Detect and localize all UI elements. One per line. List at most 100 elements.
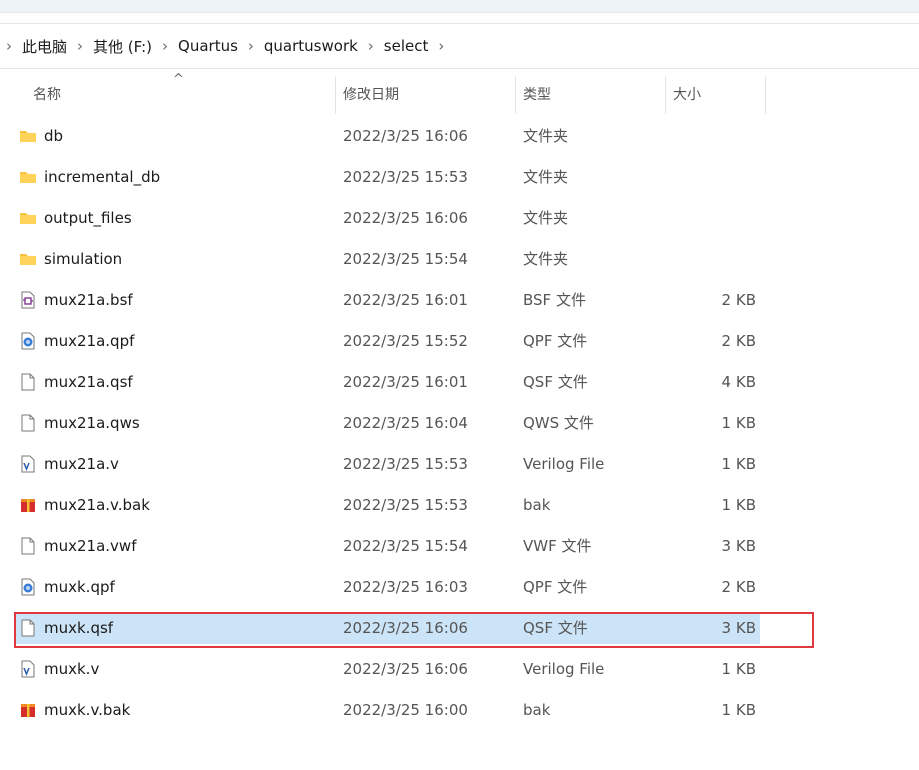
sort-ascending-icon: ^ bbox=[173, 72, 184, 87]
breadcrumb-drive-f[interactable]: 其他 (F:) bbox=[93, 36, 152, 57]
archive-icon bbox=[19, 701, 37, 719]
file-row[interactable]: output_files 2022/3/25 16:06 文件夹 bbox=[15, 202, 760, 234]
file-size bbox=[665, 161, 756, 193]
column-header-type[interactable]: 类型 bbox=[523, 72, 551, 115]
file-date: 2022/3/25 15:53 bbox=[343, 496, 468, 514]
file-size: 1 KB bbox=[721, 414, 756, 432]
file-name: db bbox=[44, 127, 64, 145]
column-header-date-label: 修改日期 bbox=[343, 86, 399, 103]
address-bar[interactable]: › 此电脑 › 其他 (F:) › Quartus › quartuswork … bbox=[0, 23, 919, 69]
column-divider[interactable] bbox=[765, 76, 766, 114]
file-type: 文件夹 bbox=[523, 250, 569, 268]
column-header-size[interactable]: 大小 bbox=[673, 72, 701, 115]
file-name: mux21a.bsf bbox=[44, 291, 133, 309]
column-header-name-label: 名称 bbox=[33, 86, 61, 103]
file-size: 1 KB bbox=[721, 455, 756, 473]
file-size bbox=[665, 120, 756, 152]
blank-file-icon bbox=[19, 414, 37, 432]
chevron-right-icon[interactable]: › bbox=[6, 37, 12, 55]
file-name: output_files bbox=[44, 209, 132, 227]
breadcrumb-select[interactable]: select bbox=[384, 37, 429, 55]
file-row[interactable]: mux21a.qws 2022/3/25 16:04 QWS 文件 1 KB bbox=[15, 407, 760, 439]
file-name: mux21a.v bbox=[44, 455, 119, 473]
file-name: muxk.qpf bbox=[44, 578, 115, 596]
file-size: 2 KB bbox=[721, 291, 756, 309]
file-type: QSF 文件 bbox=[523, 373, 588, 391]
archive-icon bbox=[19, 496, 37, 514]
chevron-right-icon[interactable]: › bbox=[248, 37, 254, 55]
file-date: 2022/3/25 16:00 bbox=[343, 701, 468, 719]
file-name: incremental_db bbox=[44, 168, 161, 186]
file-type: Verilog File bbox=[523, 660, 605, 678]
column-header-row: ^ 名称 修改日期 类型 大小 bbox=[0, 72, 919, 115]
chevron-right-icon[interactable]: › bbox=[368, 37, 374, 55]
file-row[interactable]: simulation 2022/3/25 15:54 文件夹 bbox=[15, 243, 760, 275]
file-type: QPF 文件 bbox=[523, 332, 588, 350]
file-date: 2022/3/25 16:04 bbox=[343, 414, 468, 432]
folder-icon bbox=[19, 168, 37, 186]
file-date: 2022/3/25 15:54 bbox=[343, 537, 468, 555]
blank-file-icon bbox=[19, 373, 37, 391]
highlight-annotation-box bbox=[14, 612, 814, 648]
chevron-right-icon[interactable]: › bbox=[77, 37, 83, 55]
bsf-file-icon bbox=[19, 291, 37, 309]
file-type: bak bbox=[523, 701, 551, 719]
file-row[interactable]: incremental_db 2022/3/25 15:53 文件夹 bbox=[15, 161, 760, 193]
breadcrumb-quartus[interactable]: Quartus bbox=[178, 37, 238, 55]
file-size bbox=[665, 243, 756, 275]
file-date: 2022/3/25 15:53 bbox=[343, 455, 468, 473]
file-name: mux21a.qsf bbox=[44, 373, 133, 391]
verilog-file-icon bbox=[19, 455, 37, 473]
column-header-size-label: 大小 bbox=[673, 86, 701, 103]
file-name: simulation bbox=[44, 250, 123, 268]
file-row[interactable]: muxk.qpf 2022/3/25 16:03 QPF 文件 2 KB bbox=[15, 571, 760, 603]
folder-icon bbox=[19, 127, 37, 145]
blank-file-icon bbox=[19, 537, 37, 555]
file-row[interactable]: muxk.v.bak 2022/3/25 16:00 bak 1 KB bbox=[15, 694, 760, 726]
file-row[interactable]: db 2022/3/25 16:06 文件夹 bbox=[15, 120, 760, 152]
file-size bbox=[665, 202, 756, 234]
file-name: muxk.v bbox=[44, 660, 100, 678]
file-size: 1 KB bbox=[721, 701, 756, 719]
file-type: QPF 文件 bbox=[523, 578, 588, 596]
column-divider[interactable] bbox=[335, 76, 336, 114]
file-date: 2022/3/25 15:53 bbox=[343, 168, 468, 186]
quartus-project-icon bbox=[19, 578, 37, 596]
verilog-file-icon bbox=[19, 660, 37, 678]
breadcrumb-quartuswork[interactable]: quartuswork bbox=[264, 37, 358, 55]
file-row[interactable]: mux21a.v 2022/3/25 15:53 Verilog File 1 KB bbox=[15, 448, 760, 480]
file-date: 2022/3/25 16:06 bbox=[343, 127, 468, 145]
file-size: 1 KB bbox=[721, 660, 756, 678]
file-date: 2022/3/25 16:06 bbox=[343, 209, 468, 227]
file-row[interactable]: mux21a.bsf 2022/3/25 16:01 BSF 文件 2 KB bbox=[15, 284, 760, 316]
folder-icon bbox=[19, 209, 37, 227]
quartus-project-icon bbox=[19, 332, 37, 350]
column-divider[interactable] bbox=[515, 76, 516, 114]
file-name: mux21a.qws bbox=[44, 414, 140, 432]
file-size: 2 KB bbox=[721, 332, 756, 350]
column-header-name[interactable]: 名称 bbox=[33, 72, 61, 115]
file-row[interactable]: mux21a.vwf 2022/3/25 15:54 VWF 文件 3 KB bbox=[15, 530, 760, 562]
file-type: 文件夹 bbox=[523, 168, 569, 186]
file-type: 文件夹 bbox=[523, 209, 569, 227]
file-size: 1 KB bbox=[721, 496, 756, 514]
file-row[interactable]: mux21a.v.bak 2022/3/25 15:53 bak 1 KB bbox=[15, 489, 760, 521]
file-name: mux21a.vwf bbox=[44, 537, 137, 555]
window-top-strip bbox=[0, 0, 919, 13]
chevron-right-icon[interactable]: › bbox=[438, 37, 444, 55]
file-row[interactable]: mux21a.qpf 2022/3/25 15:52 QPF 文件 2 KB bbox=[15, 325, 760, 357]
file-size: 4 KB bbox=[721, 373, 756, 391]
file-name: muxk.v.bak bbox=[44, 701, 131, 719]
breadcrumb-this-pc[interactable]: 此电脑 bbox=[22, 36, 67, 57]
file-date: 2022/3/25 16:03 bbox=[343, 578, 468, 596]
file-date: 2022/3/25 16:01 bbox=[343, 291, 468, 309]
column-header-date[interactable]: 修改日期 bbox=[343, 72, 399, 115]
file-name: mux21a.v.bak bbox=[44, 496, 150, 514]
file-type: QWS 文件 bbox=[523, 414, 594, 432]
chevron-right-icon[interactable]: › bbox=[162, 37, 168, 55]
file-row[interactable]: muxk.v 2022/3/25 16:06 Verilog File 1 KB bbox=[15, 653, 760, 685]
file-row[interactable]: mux21a.qsf 2022/3/25 16:01 QSF 文件 4 KB bbox=[15, 366, 760, 398]
file-type: bak bbox=[523, 496, 551, 514]
file-date: 2022/3/25 16:06 bbox=[343, 660, 468, 678]
column-divider[interactable] bbox=[665, 76, 666, 114]
